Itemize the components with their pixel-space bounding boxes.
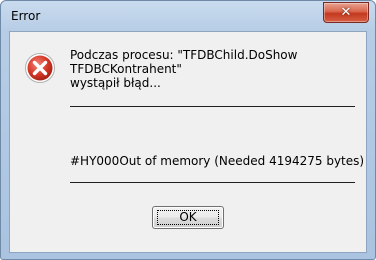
focus-rectangle [157, 210, 219, 225]
divider-bottom [70, 182, 355, 183]
message-line-1: Podczas procesu: "TFDBChild.DoShow [70, 48, 298, 62]
error-message: Podczas procesu: "TFDBChild.DoShow TFDBC… [70, 48, 360, 90]
ok-button[interactable]: OK [152, 206, 224, 229]
message-line-3: wystąpił błąd... [70, 76, 161, 90]
close-button[interactable]: ✕ [323, 2, 369, 23]
error-detail: #HY000Out of memory (Needed 4194275 byte… [70, 154, 365, 168]
message-line-2: TFDBCKontrahent" [70, 62, 182, 76]
divider-top [70, 106, 355, 107]
dialog-body: Podczas procesu: "TFDBChild.DoShow TFDBC… [9, 31, 367, 253]
close-icon: ✕ [340, 5, 352, 20]
error-dialog-window: Error ✕ Podczas procesu: "TFDBChild.DoSh… [0, 0, 376, 260]
window-title: Error [11, 9, 41, 23]
error-icon [25, 53, 55, 83]
title-bar[interactable]: Error ✕ [1, 1, 375, 31]
